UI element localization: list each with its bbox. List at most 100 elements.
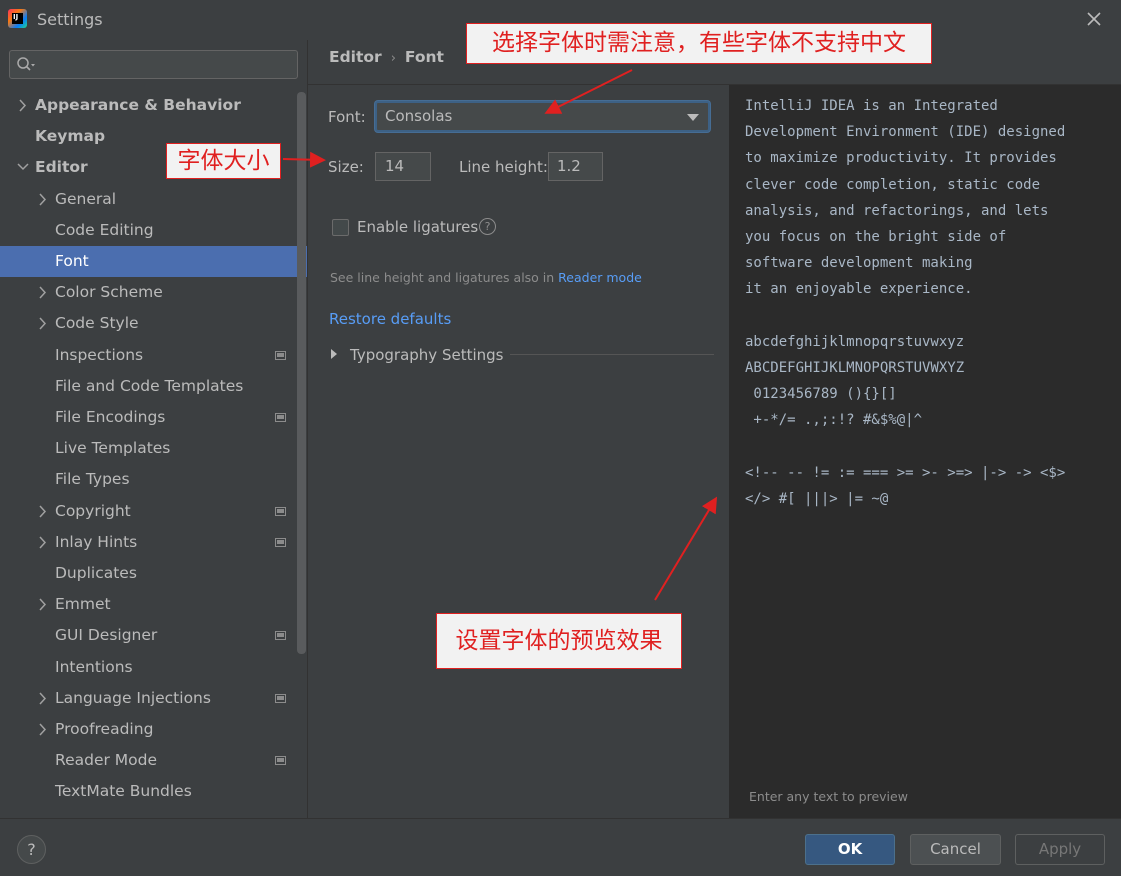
sidebar-item-label: Color Scheme bbox=[55, 283, 163, 302]
sidebar-item-label: Copyright bbox=[55, 501, 131, 520]
annotation-font-size: 字体大小 bbox=[166, 143, 281, 179]
sidebar-item-label: Language Injections bbox=[55, 688, 211, 707]
breadcrumb-parent[interactable]: Editor bbox=[329, 48, 382, 66]
help-button[interactable]: ? bbox=[17, 835, 46, 864]
ok-button[interactable]: OK bbox=[805, 834, 895, 865]
dialog-footer: ? OK Cancel Apply bbox=[0, 818, 1121, 876]
sidebar-item-font[interactable]: Font bbox=[0, 246, 308, 277]
project-level-icon bbox=[275, 350, 286, 360]
sidebar-item-intentions[interactable]: Intentions bbox=[0, 652, 296, 683]
size-input[interactable]: 14 bbox=[375, 152, 431, 181]
sidebar-item-label: Intentions bbox=[55, 657, 133, 676]
cancel-button[interactable]: Cancel bbox=[910, 834, 1001, 865]
font-preview-panel[interactable]: IntelliJ IDEA is an Integrated Developme… bbox=[729, 85, 1121, 818]
restore-defaults-link[interactable]: Restore defaults bbox=[329, 310, 451, 328]
line-height-input[interactable]: 1.2 bbox=[548, 152, 603, 181]
chevron-right-icon[interactable] bbox=[37, 714, 49, 745]
sidebar-item-textmate-bundles[interactable]: TextMate Bundles bbox=[0, 776, 296, 807]
chevron-right-icon[interactable] bbox=[37, 683, 49, 714]
sidebar-item-label: Editor bbox=[35, 158, 88, 177]
search-icon bbox=[17, 57, 35, 71]
sidebar-item-code-style[interactable]: Code Style bbox=[0, 308, 296, 339]
expand-triangle-icon[interactable] bbox=[331, 349, 337, 359]
chevron-right-icon[interactable] bbox=[17, 90, 29, 121]
project-level-icon bbox=[275, 756, 286, 766]
sidebar-item-label: Code Style bbox=[55, 314, 139, 333]
app-icon-text: IJ bbox=[13, 13, 19, 21]
intellij-app-icon: IJ bbox=[8, 9, 27, 28]
sidebar-item-inlay-hints[interactable]: Inlay Hints bbox=[0, 527, 296, 558]
sidebar-item-label: Inspections bbox=[55, 345, 144, 364]
font-select-value: Consolas bbox=[385, 107, 453, 125]
settings-search-input[interactable] bbox=[9, 50, 298, 79]
project-level-icon bbox=[275, 413, 286, 422]
sidebar-item-label: Proofreading bbox=[55, 720, 154, 738]
breadcrumb: Editor › Font bbox=[329, 48, 444, 68]
sidebar-item-general[interactable]: General bbox=[0, 184, 296, 215]
sidebar-item-live-templates[interactable]: Live Templates bbox=[0, 433, 296, 464]
sidebar-item-code-editing[interactable]: Code Editing bbox=[0, 215, 296, 246]
sidebar-item-label: Inlay Hints bbox=[55, 532, 138, 551]
typography-separator bbox=[510, 354, 714, 355]
chevron-right-icon[interactable] bbox=[37, 589, 49, 620]
sidebar-item-label: Emmet bbox=[55, 595, 111, 614]
annotation-font-choice: 选择字体时需注意，有些字体不支持中文 bbox=[466, 23, 932, 64]
font-settings-panel: Editor › Font Font: Consolas Size: 14 Line… bbox=[308, 40, 1121, 818]
sidebar-item-inspections[interactable]: Inspections bbox=[0, 340, 296, 371]
sidebar-item-label: File Types bbox=[55, 470, 130, 489]
sidebar-item-emmet[interactable]: Emmet bbox=[0, 589, 296, 620]
project-level-icon bbox=[275, 631, 286, 641]
reader-mode-hint-text: See line height and ligatures also in bbox=[330, 270, 559, 285]
apply-button[interactable]: Apply bbox=[1015, 834, 1105, 865]
dropdown-arrow-icon bbox=[687, 114, 699, 121]
chevron-down-icon[interactable] bbox=[17, 152, 29, 183]
sidebar-item-color-scheme[interactable]: Color Scheme bbox=[0, 277, 296, 308]
sidebar-item-copyright[interactable]: Copyright bbox=[0, 496, 296, 527]
breadcrumb-separator: › bbox=[390, 51, 396, 66]
close-icon[interactable] bbox=[1084, 8, 1104, 30]
font-label: Font: bbox=[328, 108, 366, 126]
sidebar-item-language-injections[interactable]: Language Injections bbox=[0, 683, 296, 714]
chevron-right-icon[interactable] bbox=[37, 496, 49, 527]
sidebar-item-label: File Encodings bbox=[55, 408, 166, 426]
project-level-icon bbox=[275, 537, 286, 547]
size-label: Size: bbox=[328, 158, 364, 176]
sidebar-item-label: TextMate Bundles bbox=[55, 782, 192, 801]
chevron-right-icon[interactable] bbox=[37, 308, 49, 339]
sidebar-item-gui-designer[interactable]: GUI Designer bbox=[0, 620, 296, 651]
sidebar-item-label: File and Code Templates bbox=[55, 376, 244, 395]
reader-mode-link[interactable]: Reader mode bbox=[558, 270, 642, 285]
sidebar-item-label: Keymap bbox=[35, 127, 106, 146]
chevron-right-icon[interactable] bbox=[37, 527, 49, 558]
sidebar-item-file-encodings[interactable]: File Encodings bbox=[0, 402, 296, 433]
ligatures-help-icon[interactable]: ? bbox=[479, 218, 496, 235]
sidebar-item-file-and-code-templates[interactable]: File and Code Templates bbox=[0, 371, 296, 402]
sidebar-item-proofreading[interactable]: Proofreading bbox=[0, 714, 296, 745]
annotation-preview: 设置字体的预览效果 bbox=[436, 613, 682, 669]
sidebar-scrollbar[interactable] bbox=[297, 92, 306, 654]
sidebar-item-label: Code Editing bbox=[55, 220, 154, 239]
enable-ligatures-label[interactable]: Enable ligatures bbox=[357, 218, 478, 236]
sidebar-item-appearance-behavior[interactable]: Appearance & Behavior bbox=[0, 90, 296, 121]
chevron-right-icon[interactable] bbox=[37, 277, 49, 308]
font-select[interactable]: Consolas bbox=[375, 101, 710, 132]
preview-text[interactable]: IntelliJ IDEA is an Integrated Developme… bbox=[745, 93, 1065, 512]
sidebar-item-label: Appearance & Behavior bbox=[35, 96, 241, 114]
project-level-icon bbox=[275, 693, 286, 703]
sidebar-item-label: General bbox=[55, 189, 117, 208]
preview-hint: Enter any text to preview bbox=[749, 789, 908, 804]
sidebar-item-label: Reader Mode bbox=[55, 751, 158, 770]
sidebar-item-label: Live Templates bbox=[55, 439, 171, 458]
chevron-right-icon[interactable] bbox=[37, 184, 49, 215]
sidebar-item-reader-mode[interactable]: Reader Mode bbox=[0, 745, 296, 776]
breadcrumb-current: Font bbox=[404, 48, 444, 66]
typography-settings-toggle[interactable]: Typography Settings bbox=[350, 346, 503, 364]
enable-ligatures-checkbox[interactable] bbox=[332, 219, 349, 236]
sidebar-item-label: Font bbox=[55, 252, 89, 270]
reader-mode-hint: See line height and ligatures also in Re… bbox=[330, 270, 642, 285]
sidebar-item-duplicates[interactable]: Duplicates bbox=[0, 558, 296, 589]
sidebar-item-label: Duplicates bbox=[55, 564, 137, 582]
sidebar-item-file-types[interactable]: File Types bbox=[0, 464, 296, 495]
window-title: Settings bbox=[37, 10, 103, 29]
line-height-label: Line height: bbox=[459, 158, 548, 176]
